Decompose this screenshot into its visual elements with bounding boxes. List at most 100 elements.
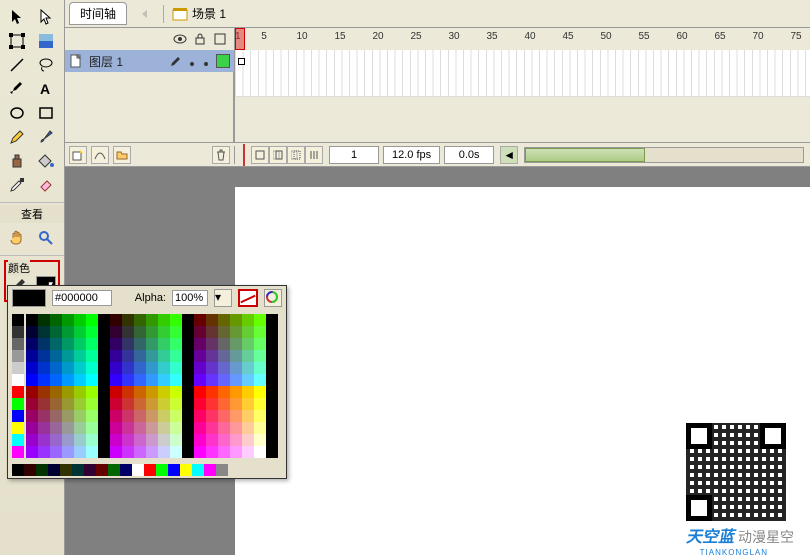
color-swatch[interactable] (62, 314, 74, 326)
color-swatch[interactable] (146, 350, 158, 362)
color-swatch[interactable] (38, 314, 50, 326)
freetransform-tool[interactable] (5, 30, 29, 52)
color-swatch[interactable] (122, 350, 134, 362)
color-swatch[interactable] (182, 374, 194, 386)
color-swatch[interactable] (38, 386, 50, 398)
color-swatch[interactable] (12, 374, 24, 386)
color-swatch[interactable] (50, 374, 62, 386)
layer-row[interactable]: 图层 1 (65, 50, 234, 72)
color-swatch[interactable] (50, 326, 62, 338)
color-swatch[interactable] (170, 434, 182, 446)
line-tool[interactable] (5, 54, 29, 76)
color-swatch[interactable] (158, 350, 170, 362)
new-motion-guide-button[interactable] (91, 146, 109, 164)
color-swatch[interactable] (50, 362, 62, 374)
color-swatch[interactable] (134, 362, 146, 374)
color-swatch[interactable] (216, 464, 228, 476)
color-swatch[interactable] (194, 410, 206, 422)
color-swatch[interactable] (158, 398, 170, 410)
color-swatch[interactable] (122, 314, 134, 326)
paintbucket-tool[interactable] (34, 150, 58, 172)
color-swatch[interactable] (110, 362, 122, 374)
color-swatch[interactable] (218, 434, 230, 446)
color-swatch[interactable] (194, 338, 206, 350)
color-swatch[interactable] (182, 446, 194, 458)
brush-tool[interactable] (34, 126, 58, 148)
color-swatch[interactable] (158, 374, 170, 386)
color-swatch[interactable] (146, 374, 158, 386)
color-swatch[interactable] (12, 422, 24, 434)
color-swatch[interactable] (146, 446, 158, 458)
color-swatch[interactable] (242, 338, 254, 350)
color-swatch[interactable] (218, 362, 230, 374)
color-swatch[interactable] (74, 398, 86, 410)
color-swatch[interactable] (146, 314, 158, 326)
color-swatch[interactable] (146, 434, 158, 446)
color-swatch[interactable] (242, 326, 254, 338)
color-swatch[interactable] (38, 422, 50, 434)
color-swatch[interactable] (170, 410, 182, 422)
pencil-tool[interactable] (5, 126, 29, 148)
color-swatch[interactable] (122, 398, 134, 410)
lock-dot[interactable] (202, 57, 210, 65)
color-swatch[interactable] (26, 422, 38, 434)
color-swatch[interactable] (168, 464, 180, 476)
new-layer-button[interactable] (69, 146, 87, 164)
color-swatch[interactable] (12, 314, 24, 326)
timeline-scrollbar[interactable] (524, 147, 804, 163)
color-swatch[interactable] (218, 398, 230, 410)
color-swatch[interactable] (158, 410, 170, 422)
color-swatch[interactable] (242, 410, 254, 422)
color-swatch[interactable] (110, 422, 122, 434)
color-swatch[interactable] (134, 422, 146, 434)
color-swatch[interactable] (146, 386, 158, 398)
color-swatch[interactable] (26, 326, 38, 338)
lasso-tool[interactable] (34, 54, 58, 76)
color-swatch[interactable] (230, 398, 242, 410)
color-swatch[interactable] (110, 326, 122, 338)
color-swatch[interactable] (12, 464, 24, 476)
color-swatch[interactable] (134, 410, 146, 422)
color-swatch[interactable] (12, 350, 24, 362)
color-swatch[interactable] (122, 338, 134, 350)
color-swatch[interactable] (218, 314, 230, 326)
color-swatch[interactable] (206, 338, 218, 350)
color-swatch[interactable] (206, 374, 218, 386)
center-frame-button[interactable] (251, 146, 269, 164)
color-swatch[interactable] (98, 434, 110, 446)
color-swatch[interactable] (98, 326, 110, 338)
color-swatch[interactable] (86, 350, 98, 362)
alpha-dropdown[interactable]: ▾ (214, 289, 232, 307)
color-bottom-row[interactable] (8, 462, 286, 478)
selection-tool[interactable] (5, 6, 29, 28)
color-swatch[interactable] (84, 464, 96, 476)
color-swatch[interactable] (98, 398, 110, 410)
color-swatch[interactable] (146, 422, 158, 434)
color-swatch[interactable] (242, 362, 254, 374)
color-swatch[interactable] (156, 464, 168, 476)
color-swatch[interactable] (266, 338, 278, 350)
color-swatch[interactable] (170, 338, 182, 350)
color-swatch[interactable] (122, 374, 134, 386)
hand-tool[interactable] (5, 227, 29, 249)
color-swatch[interactable] (194, 434, 206, 446)
color-swatch[interactable] (182, 410, 194, 422)
color-swatch[interactable] (38, 362, 50, 374)
color-swatch[interactable] (170, 326, 182, 338)
color-swatch[interactable] (110, 386, 122, 398)
color-swatch[interactable] (122, 434, 134, 446)
color-swatch[interactable] (24, 464, 36, 476)
color-swatch[interactable] (182, 398, 194, 410)
color-swatch[interactable] (204, 464, 216, 476)
back-button[interactable] (135, 5, 155, 23)
color-swatch[interactable] (120, 464, 132, 476)
subselection-tool[interactable] (34, 6, 58, 28)
color-swatch[interactable] (12, 386, 24, 398)
color-swatch[interactable] (26, 374, 38, 386)
color-swatch[interactable] (134, 446, 146, 458)
color-swatch[interactable] (86, 338, 98, 350)
visibility-column-icon[interactable] (172, 31, 188, 47)
delete-layer-button[interactable] (212, 146, 230, 164)
color-swatch[interactable] (254, 350, 266, 362)
color-swatch[interactable] (192, 464, 204, 476)
